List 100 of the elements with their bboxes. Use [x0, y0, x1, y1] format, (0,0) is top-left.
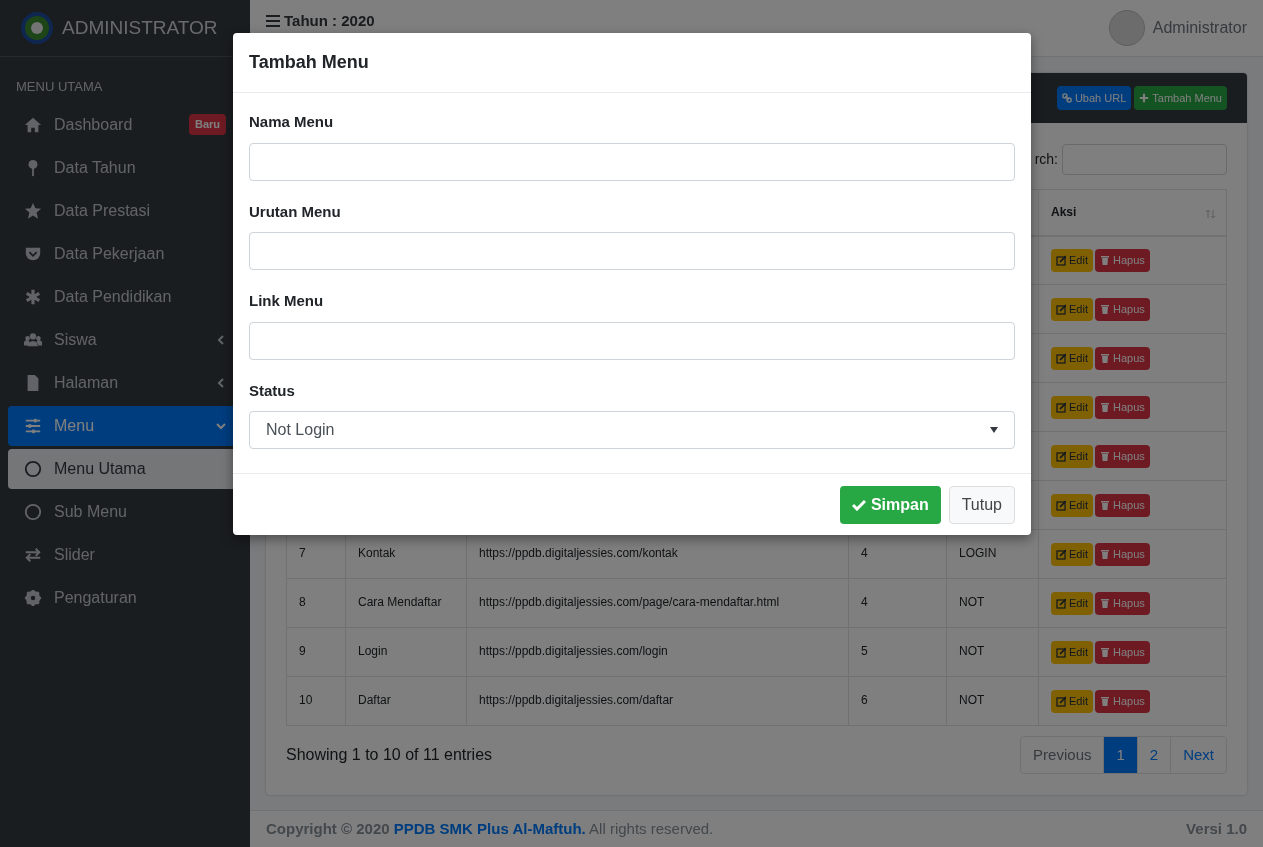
sidebar-item[interactable]: Dashboard Baru [8, 104, 242, 145]
input-field[interactable] [249, 232, 1015, 270]
pencil-icon [1056, 254, 1066, 266]
pencil-icon [1056, 646, 1066, 658]
delete-button[interactable]: Hapus [1094, 248, 1150, 272]
new-badge: Baru [188, 114, 226, 135]
check-icon [851, 498, 866, 511]
edit-button[interactable]: Edit [1051, 444, 1093, 468]
menu-icon[interactable] [266, 15, 280, 28]
field-label: Nama Menu [249, 112, 334, 132]
table-cell: https://ppdb.digitaljessies.com/login [479, 644, 668, 658]
change-url-button[interactable]: Ubah URL [1056, 86, 1132, 110]
settings-icon [24, 588, 42, 607]
pencil-icon [1056, 597, 1066, 609]
edit-button[interactable]: Edit [1051, 542, 1093, 566]
sidebar-item[interactable]: Data Tahun [8, 147, 242, 188]
sidebar-item[interactable]: Halaman [8, 362, 242, 403]
table-cell: NOT [959, 595, 985, 609]
table-cell: https://ppdb.digitaljessies.com/daftar [479, 693, 674, 707]
delete-button[interactable]: Hapus [1094, 493, 1150, 517]
table-cell: 4 [861, 546, 868, 560]
table-cell: Kontak [358, 546, 396, 560]
sort-icon[interactable] [1205, 209, 1216, 219]
pencil-icon [1056, 695, 1066, 707]
delete-button[interactable]: Hapus [1094, 640, 1150, 664]
pencil-icon [1056, 401, 1066, 413]
sidebar-item[interactable]: Siswa [8, 319, 242, 360]
delete-button[interactable]: Hapus [1094, 542, 1150, 566]
table-cell: https://ppdb.digitaljessies.com/page/cara-mendaftar.html [479, 595, 780, 609]
star-icon [24, 201, 42, 220]
sidebar-section-label: MENU UTAMA [15, 78, 104, 96]
edit-button[interactable]: Edit [1051, 493, 1093, 517]
delete-button[interactable]: Hapus [1094, 297, 1150, 321]
edit-button[interactable]: Edit [1051, 591, 1093, 615]
edit-button[interactable]: Edit [1051, 689, 1093, 713]
page-button[interactable]: 1 [1103, 736, 1138, 774]
trash-icon [1099, 597, 1110, 609]
status-select[interactable]: Not Login [249, 411, 1015, 449]
sidebar-item[interactable]: Data Pendidikan [8, 276, 242, 317]
sliders-icon [24, 416, 42, 435]
column-header[interactable]: Aksi [1051, 205, 1077, 220]
edit-button[interactable]: Edit [1051, 346, 1093, 370]
table-cell: 4 [861, 595, 868, 609]
modal-title: Tambah Menu [249, 51, 369, 74]
sidebar-item[interactable]: Slider [8, 534, 242, 575]
trash-icon [1099, 450, 1110, 462]
school-logo-icon [20, 11, 54, 45]
brand-title: ADMINISTRATOR [62, 15, 218, 40]
delete-button[interactable]: Hapus [1094, 689, 1150, 713]
save-button[interactable]: Simpan [839, 485, 941, 524]
sidebar-subitem[interactable]: Sub Menu [8, 491, 242, 532]
table-cell: https://ppdb.digitaljessies.com/kontak [479, 546, 678, 560]
exchange-icon [24, 545, 42, 564]
table-cell: LOGIN [959, 546, 997, 560]
year-label: Tahun : 2020 [284, 11, 375, 31]
table-cell: NOT [959, 693, 985, 707]
sidebar-item[interactable]: Pengaturan [8, 577, 242, 618]
input-field[interactable] [249, 321, 1015, 360]
asterisk-icon [24, 287, 42, 306]
delete-button[interactable]: Hapus [1094, 591, 1150, 615]
trash-icon [1099, 352, 1110, 364]
sidebar-item[interactable]: Data Prestasi [8, 190, 242, 231]
sidebar-item[interactable]: Data Pekerjaan [8, 233, 242, 274]
table-cell: 6 [861, 693, 868, 707]
table-cell: 9 [299, 644, 306, 658]
delete-button[interactable]: Hapus [1094, 395, 1150, 419]
avatar[interactable] [1108, 10, 1145, 46]
input-field[interactable] [249, 142, 1015, 181]
link-icon [1061, 93, 1072, 103]
trash-icon [1099, 401, 1110, 413]
plus-icon [1139, 93, 1150, 103]
trash-icon [1099, 646, 1110, 658]
table-cell: 10 [299, 693, 313, 707]
delete-button[interactable]: Hapus [1094, 444, 1150, 468]
edit-button[interactable]: Edit [1051, 297, 1093, 321]
user-name[interactable]: Administrator [1152, 16, 1247, 40]
trash-icon [1099, 303, 1110, 315]
table-cell: Cara Mendaftar [358, 595, 442, 609]
field-label: Status [249, 380, 295, 401]
edit-button[interactable]: Edit [1051, 395, 1093, 419]
edit-button[interactable]: Edit [1051, 248, 1093, 272]
table-cell: 8 [299, 595, 306, 609]
entries-info: Showing 1 to 10 of 11 entries [286, 745, 493, 765]
page-button[interactable]: Next [1170, 736, 1227, 774]
pencil-icon [1056, 303, 1066, 315]
edit-button[interactable]: Edit [1051, 640, 1093, 664]
footer-copyright: Copyright © 2020 PPDB SMK Plus Al-Maftuh. All rights reserved. [266, 818, 714, 839]
footer-link[interactable]: PPDB SMK Plus Al-Maftuh. [393, 819, 586, 837]
delete-button[interactable]: Hapus [1094, 346, 1150, 370]
users-icon [24, 330, 42, 349]
trash-icon [1099, 254, 1110, 266]
add-menu-button[interactable]: Tambah Menu [1134, 86, 1227, 110]
table-cell: 5 [861, 644, 868, 658]
trash-icon [1099, 695, 1110, 707]
table-cell: NOT [959, 644, 985, 658]
pencil-icon [1056, 450, 1066, 462]
pencil-icon [1056, 499, 1066, 511]
table-cell: Login [358, 644, 388, 658]
close-button[interactable]: Tutup [948, 485, 1015, 524]
search-field[interactable] [1062, 144, 1227, 175]
